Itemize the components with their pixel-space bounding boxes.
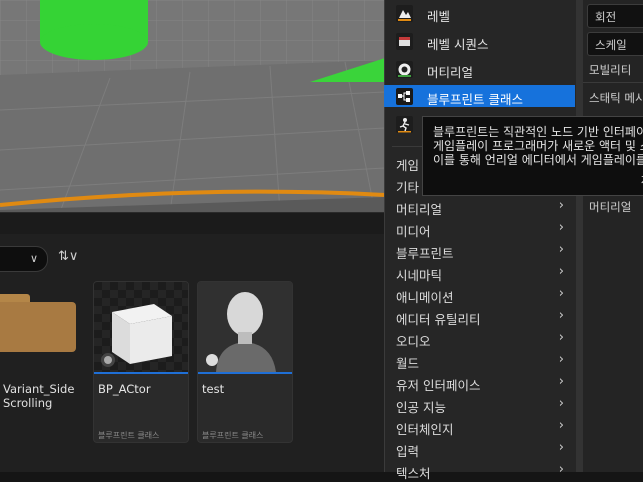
content-browser [0,234,385,472]
level-viewport[interactable] [0,0,385,212]
category-label: 입력 [396,444,420,459]
menu-item-label: 블루프린트 클래스 [427,92,523,107]
chevron-right-icon: › [558,462,564,477]
scale-field[interactable]: 스케일 [587,32,643,56]
level-sequence-icon [396,33,413,50]
menu-item-material[interactable]: 머티리얼 [384,58,575,80]
category-label: 인공 지능 [396,400,446,415]
menu-item-level[interactable]: 레벨 [384,2,575,24]
category-label: 인터체인지 [396,422,454,437]
category-label: 머티리얼 [396,202,443,217]
asset-name: BP_ACtor [98,382,151,396]
category-world[interactable]: 월드 › [384,350,574,372]
path-dropdown[interactable]: ∨ [0,246,48,272]
sort-button[interactable]: ⇅∨ [58,249,92,267]
category-material[interactable]: 머티리얼 › [384,196,574,218]
category-label: 유저 인터페이스 [396,378,481,393]
chevron-right-icon: › [558,198,564,213]
rotation-field[interactable]: 회전 [587,4,643,28]
blueprint-class-tooltip: 블루프린트는 직관적인 노드 기반 인터페이 게임플레이 프로그래머가 새로운 … [422,116,643,196]
category-label: 시네마틱 [396,268,443,283]
category-label: 텍스처 [396,466,431,481]
sort-icon: ⇅∨ [58,249,79,264]
category-label: 에디터 유틸리티 [396,312,481,327]
cube-icon [101,304,172,367]
chevron-right-icon: › [558,308,564,323]
category-animation[interactable]: 애니메이션 › [384,284,574,306]
asset-type: 블루프린트 클래스 [98,431,160,440]
chevron-right-icon: › [558,352,564,367]
scale-label: 스케일 [595,38,627,52]
chevron-right-icon: › [558,330,564,345]
menu-item-label: 머티리얼 [427,65,474,80]
mannequin-icon [206,292,276,372]
chevron-right-icon: › [558,264,564,279]
blueprint-class-icon [396,88,413,105]
chevron-right-icon: › [558,220,564,235]
category-interchange[interactable]: 인터체인지 › [384,416,574,438]
asset-type: 블루프린트 클래스 [202,431,264,440]
material-section-label: 머티리얼 [589,200,632,214]
menu-scrollbar[interactable] [576,0,583,472]
level-icon [396,5,413,22]
details-divider [583,82,643,83]
material-icon [396,61,413,78]
character-icon [396,116,413,133]
folder-variant-side-scrolling[interactable] [0,302,76,352]
category-label: 게임 [396,158,420,173]
category-input[interactable]: 입력 › [384,438,574,460]
category-user-interface[interactable]: 유저 인터페이스 › [384,372,574,394]
tooltip-line: 블루프린트는 직관적인 노드 기반 인터페이 [433,125,643,139]
menu-item-level-sequence[interactable]: 레벨 시퀀스 [384,30,575,52]
category-media[interactable]: 미디어 › [384,218,574,240]
mobility-label: 모빌리티 [589,63,632,77]
rotation-label: 회전 [595,10,617,24]
category-editor-utility[interactable]: 에디터 유틸리티 › [384,306,574,328]
content-browser-header [0,212,385,235]
category-texture[interactable]: 텍스처 › [384,460,574,482]
asset-tile-bp-actor[interactable]: BP_ACtor 블루프린트 클래스 [93,281,189,443]
chevron-right-icon: › [558,242,564,257]
tooltip-line: 게임플레이 프로그래머가 새로운 액터 및 스 [433,139,643,153]
tooltip-line: 이를 통해 언리얼 에디터에서 게임플레이를 [433,153,643,167]
folder-label: Variant_Side Scrolling [3,382,75,410]
menu-item-label: 레벨 시퀀스 [427,37,489,52]
category-label: 애니메이션 [396,290,454,305]
category-label: 기타 [396,180,420,195]
category-audio[interactable]: 오디오 › [384,328,574,350]
category-label: 월드 [396,356,420,371]
asset-name: test [202,382,225,396]
asset-tile-test[interactable]: test 블루프린트 클래스 [197,281,293,443]
menu-item-blueprint-class[interactable]: 블루프린트 클래스 [384,85,575,107]
static-mesh-label: 스태틱 메시 [589,91,643,105]
menu-item-label: 레벨 [427,9,451,24]
chevron-down-icon: ∨ [29,252,38,265]
category-label: 미디어 [396,224,431,239]
viewport-scene [0,0,385,212]
asset-thumbnail [198,282,292,372]
category-label: 블루프린트 [396,246,454,261]
chevron-right-icon: › [558,396,564,411]
category-blueprint[interactable]: 블루프린트 › [384,240,574,262]
asset-type-bar [94,372,188,374]
category-cinematic[interactable]: 시네마틱 › [384,262,574,284]
chevron-right-icon: › [558,418,564,433]
category-ai[interactable]: 인공 지능 › [384,394,574,416]
chevron-right-icon: › [558,286,564,301]
chevron-right-icon: › [558,440,564,455]
category-label: 오디오 [396,334,431,349]
asset-thumbnail [94,282,188,372]
chevron-right-icon: › [558,374,564,389]
asset-type-bar [198,372,292,374]
